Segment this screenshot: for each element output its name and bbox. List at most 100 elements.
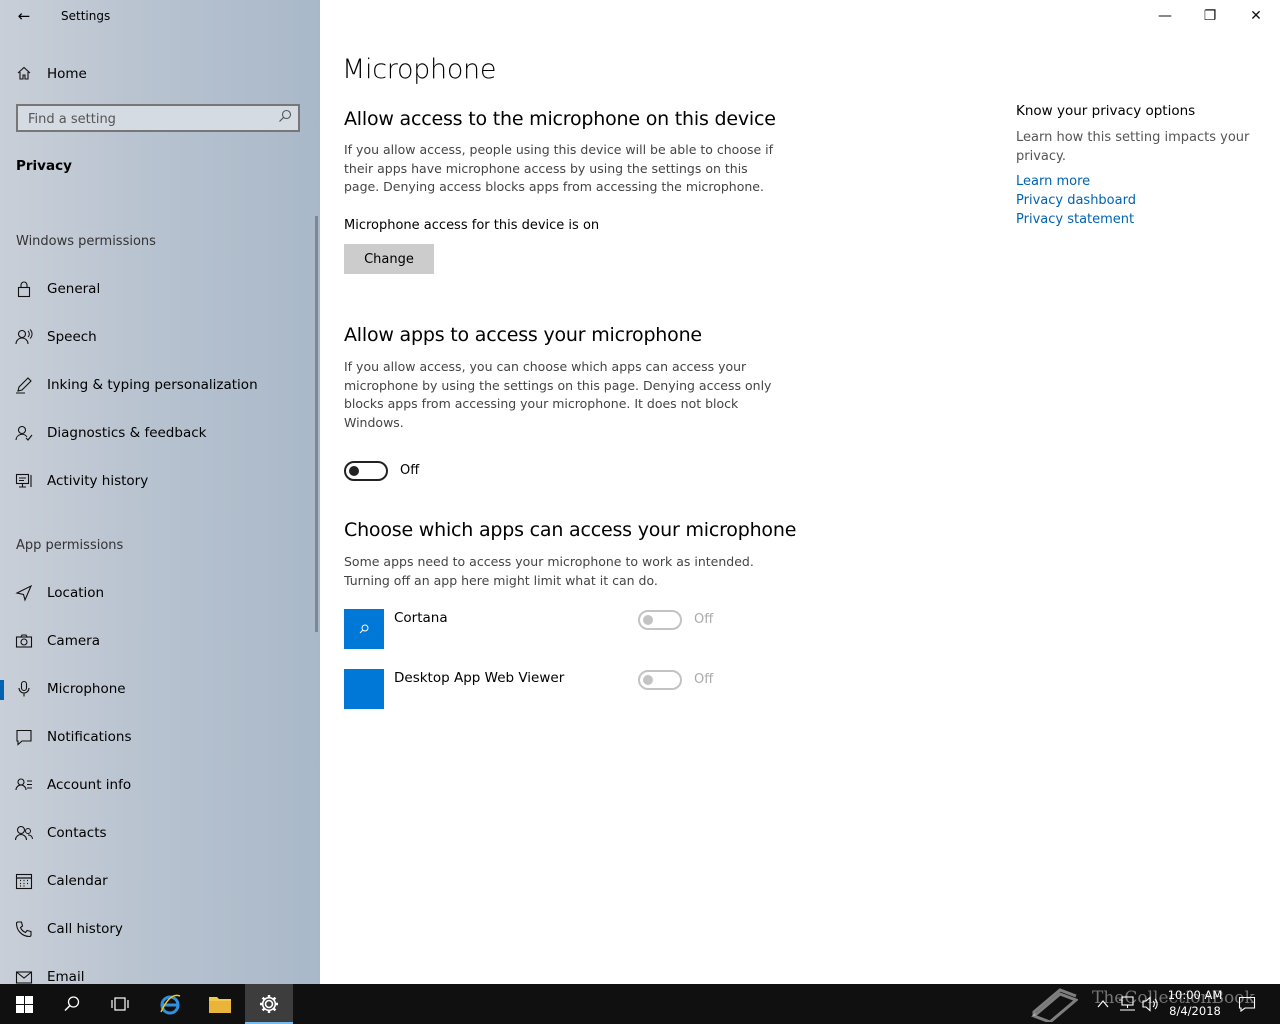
minimize-button[interactable]: — <box>1149 5 1181 27</box>
action-center-icon <box>1238 996 1256 1012</box>
sidebar-item-label: Call history <box>47 921 123 937</box>
sidebar-item-label: Home <box>47 66 87 82</box>
privacy-options-title: Know your privacy options <box>1016 103 1196 119</box>
sidebar-item-call-history[interactable]: Call history <box>0 911 316 947</box>
action-center-button[interactable] <box>1238 984 1256 1024</box>
sidebar-item-email[interactable]: Email <box>0 959 316 984</box>
sidebar-item-location[interactable]: Location <box>0 575 316 611</box>
taskbar: TheCollectionBook 10:00 AM 8/4/2018 <box>0 984 1280 1024</box>
app-title: Settings <box>61 9 111 23</box>
task-view-icon <box>111 997 129 1011</box>
sidebar-item-calendar[interactable]: Calendar <box>0 863 316 899</box>
volume-button[interactable] <box>1142 984 1160 1024</box>
privacy-dashboard-link[interactable]: Privacy dashboard <box>1016 191 1256 210</box>
sidebar-item-speech[interactable]: Speech <box>0 319 316 355</box>
sidebar-item-label: Activity history <box>47 473 149 489</box>
sidebar-item-inking[interactable]: Inking & typing personalization <box>0 367 316 403</box>
sidebar-item-label: Inking & typing personalization <box>47 377 258 393</box>
contacts-icon <box>15 824 33 842</box>
sidebar-item-notifications[interactable]: Notifications <box>0 719 316 755</box>
email-icon <box>15 968 33 984</box>
sidebar-item-general[interactable]: General <box>0 271 316 307</box>
taskbar-clock[interactable]: 10:00 AM 8/4/2018 <box>1160 987 1230 1019</box>
sidebar-item-label: Email <box>47 969 85 984</box>
sidebar-item-camera[interactable]: Camera <box>0 623 316 659</box>
sidebar-item-label: Notifications <box>47 729 132 745</box>
notifications-icon <box>15 728 33 746</box>
app-name: Desktop App Web Viewer <box>394 670 565 686</box>
desktop-app-web-viewer-toggle[interactable] <box>638 670 682 690</box>
internet-explorer-button[interactable] <box>146 984 194 1024</box>
page-title: Microphone <box>342 54 497 85</box>
sidebar-item-activity-history[interactable]: Activity history <box>0 463 316 499</box>
lock-icon <box>15 280 33 298</box>
back-button[interactable]: ← <box>12 6 36 26</box>
clock-time: 10:00 AM <box>1167 988 1223 1002</box>
home-icon <box>16 65 32 85</box>
sidebar-item-label: Account info <box>47 777 132 793</box>
sidebar-item-label: Microphone <box>47 681 126 697</box>
device-access-heading: Allow access to the microphone on this d… <box>344 108 776 130</box>
taskbar-search-button[interactable] <box>48 984 96 1024</box>
activity-icon <box>15 472 33 490</box>
privacy-statement-link[interactable]: Privacy statement <box>1016 210 1256 229</box>
toggle-knob <box>643 615 653 625</box>
desktop-app-web-viewer-toggle-label: Off <box>694 672 714 687</box>
speech-icon <box>15 328 33 346</box>
sidebar-item-contacts[interactable]: Contacts <box>0 815 316 851</box>
learn-more-link[interactable]: Learn more <box>1016 172 1256 191</box>
choose-apps-heading: Choose which apps can access your microp… <box>344 519 797 541</box>
task-view-button[interactable] <box>96 984 144 1024</box>
network-button[interactable] <box>1118 984 1136 1024</box>
start-button[interactable] <box>0 984 48 1024</box>
account-info-icon <box>15 776 33 794</box>
sidebar-item-account-info[interactable]: Account info <box>0 767 316 803</box>
inking-icon <box>15 376 33 394</box>
search-icon <box>64 996 80 1012</box>
settings-taskbar-button[interactable] <box>245 984 293 1024</box>
show-hidden-icons-button[interactable] <box>1097 984 1109 1024</box>
watermark-book-icon <box>1030 984 1080 1024</box>
internet-explorer-icon <box>160 994 181 1015</box>
sidebar-item-diagnostics[interactable]: Diagnostics & feedback <box>0 415 316 451</box>
cortana-toggle[interactable] <box>638 610 682 630</box>
gear-icon <box>260 995 278 1013</box>
microphone-icon <box>15 680 33 698</box>
app-tile-icon <box>344 669 384 709</box>
cortana-toggle-label: Off <box>694 612 714 627</box>
apps-access-toggle-label: Off <box>400 463 420 478</box>
search-input[interactable] <box>26 109 270 129</box>
search-box[interactable] <box>16 104 300 132</box>
privacy-options-panel: Know your privacy options Learn how this… <box>1016 103 1256 229</box>
clock-date: 8/4/2018 <box>1169 1004 1221 1018</box>
windows-logo-icon <box>15 995 33 1013</box>
cortana-icon <box>344 609 384 649</box>
sidebar-item-label: Calendar <box>47 873 108 889</box>
windows-permissions-header: Windows permissions <box>16 234 156 249</box>
apps-access-toggle[interactable] <box>344 461 388 481</box>
sidebar-item-label: Speech <box>47 329 97 345</box>
call-history-icon <box>15 920 33 938</box>
sidebar-item-label: General <box>47 281 101 297</box>
apps-access-description: If you allow access, you can choose whic… <box>344 359 772 430</box>
sidebar-scrollbar[interactable] <box>315 216 318 632</box>
sidebar-item-microphone[interactable]: Microphone <box>0 671 316 707</box>
sidebar-item-label: Camera <box>47 633 100 649</box>
sidebar-item-label: Contacts <box>47 825 107 841</box>
choose-apps-description: Some apps need to access your microphone… <box>344 554 754 588</box>
file-explorer-button[interactable] <box>196 984 244 1024</box>
location-icon <box>15 584 33 602</box>
apps-access-heading: Allow apps to access your microphone <box>344 324 702 346</box>
camera-icon <box>15 632 33 650</box>
network-icon <box>1119 996 1135 1011</box>
device-access-status: Microphone access for this device is on <box>344 218 600 233</box>
restore-button[interactable]: ❐ <box>1194 5 1226 27</box>
toggle-knob <box>349 466 359 476</box>
sidebar-item-home[interactable]: Home <box>0 60 320 88</box>
volume-icon <box>1142 996 1158 1012</box>
search-icon[interactable] <box>278 109 292 127</box>
privacy-options-description: Learn how this setting impacts your priv… <box>1016 130 1250 164</box>
change-button[interactable]: Change <box>344 244 434 274</box>
close-button[interactable]: ✕ <box>1240 5 1272 27</box>
device-access-description: If you allow access, people using this d… <box>344 142 774 194</box>
